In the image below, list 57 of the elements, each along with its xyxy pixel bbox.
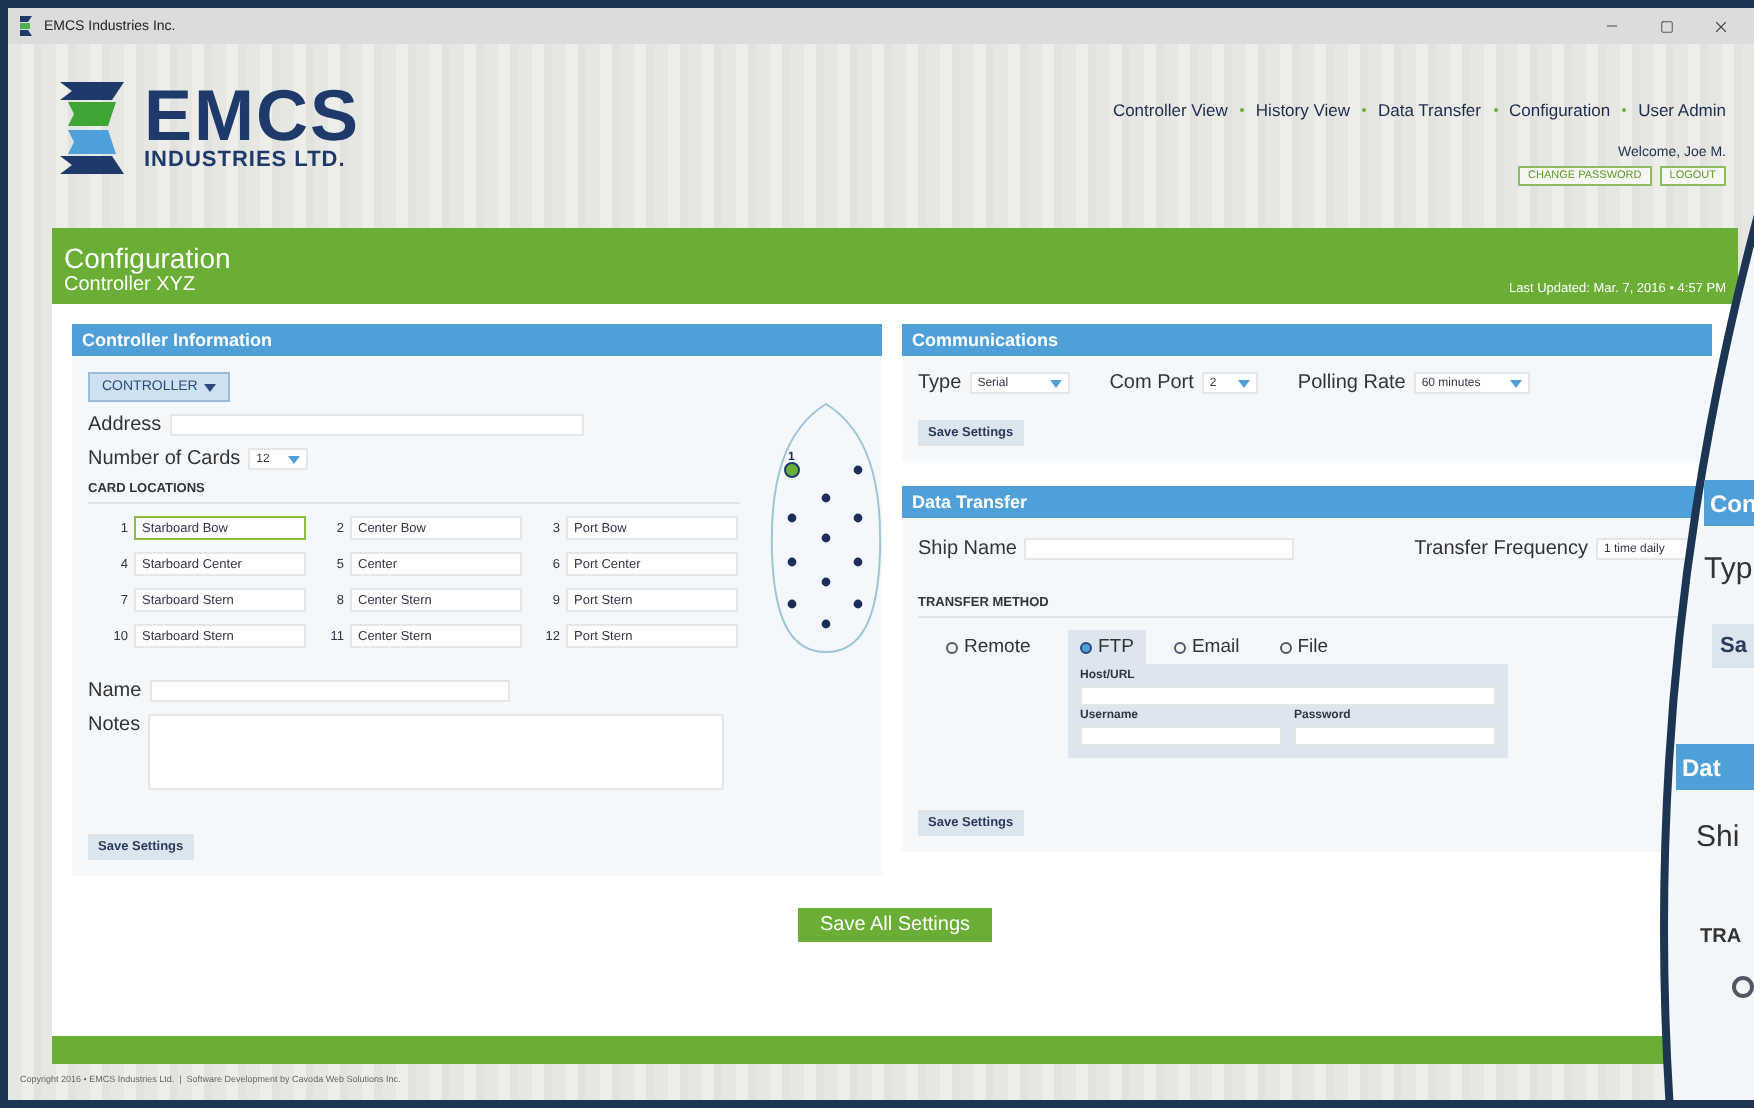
page-title: Configuration	[64, 244, 231, 274]
transfer-method-radio[interactable]: Email	[1161, 630, 1252, 664]
name-field[interactable]	[149, 680, 510, 702]
username-field[interactable]	[1080, 726, 1282, 746]
magnified-label: Shi	[1696, 820, 1740, 854]
nav-link[interactable]: History View	[1255, 100, 1350, 120]
panel-header: Controller Information	[72, 324, 882, 356]
magnified-radio-icon	[1732, 976, 1754, 998]
card-dot[interactable]	[821, 619, 831, 629]
magnified-panel-header: Dat	[1676, 744, 1754, 790]
nav-link[interactable]: User Admin	[1638, 100, 1726, 120]
card-dot[interactable]	[821, 577, 831, 587]
address-field[interactable]	[169, 414, 584, 436]
field-label: Notes	[88, 714, 141, 736]
card-dot[interactable]	[787, 557, 797, 567]
maximize-icon	[1659, 19, 1673, 33]
field-label: Com Port	[1109, 372, 1194, 394]
ship-name-field[interactable]	[1024, 538, 1295, 560]
caret-icon	[1049, 379, 1062, 387]
nav-link[interactable]: Controller View	[1112, 100, 1228, 120]
card-dot[interactable]	[787, 513, 797, 523]
card-dot[interactable]	[853, 557, 863, 567]
field-label: Transfer Frequency	[1414, 538, 1588, 560]
logo-tagline: INDUSTRIES LTD.	[144, 148, 348, 172]
panel-header: Communications	[902, 324, 1712, 356]
caret-icon	[1509, 379, 1522, 387]
nav-link[interactable]: Configuration	[1509, 100, 1611, 120]
card-dot[interactable]	[821, 533, 831, 543]
password-field[interactable]	[1294, 726, 1496, 746]
transfer-method-radio[interactable]: FTP	[1068, 630, 1146, 664]
transfer-method-radio[interactable]: File	[1267, 630, 1341, 664]
caret-icon	[1237, 379, 1250, 387]
field-label: Ship Name	[918, 538, 1017, 560]
field-label: Address	[88, 414, 162, 436]
transfer-method-radio[interactable]: Remote	[934, 630, 1068, 664]
card-dot[interactable]	[821, 493, 831, 503]
field-label: Number of Cards	[88, 448, 241, 470]
field-label: Type	[918, 372, 962, 394]
card-dot[interactable]	[853, 465, 863, 475]
caret-icon	[203, 383, 216, 391]
page-subtitle: Controller XYZ	[64, 274, 198, 296]
magnified-label: Typ	[1704, 552, 1753, 586]
card-dot[interactable]	[853, 513, 863, 523]
field-label: Polling Rate	[1297, 372, 1406, 394]
close-icon	[1711, 17, 1729, 35]
card-dot[interactable]	[784, 462, 800, 478]
magnified-section-title: TRA	[1700, 926, 1742, 948]
magnified-button[interactable]: Sa	[1712, 624, 1754, 668]
caret-icon	[288, 455, 301, 463]
app-icon	[20, 16, 34, 36]
card-dot[interactable]	[787, 599, 797, 609]
logo-name: EMCS	[144, 84, 361, 148]
notes-field[interactable]	[148, 714, 725, 790]
field-label: Name	[88, 680, 142, 702]
card-dot[interactable]	[853, 599, 863, 609]
nav-link[interactable]: Data Transfer	[1378, 100, 1481, 120]
host-field[interactable]	[1080, 686, 1496, 706]
